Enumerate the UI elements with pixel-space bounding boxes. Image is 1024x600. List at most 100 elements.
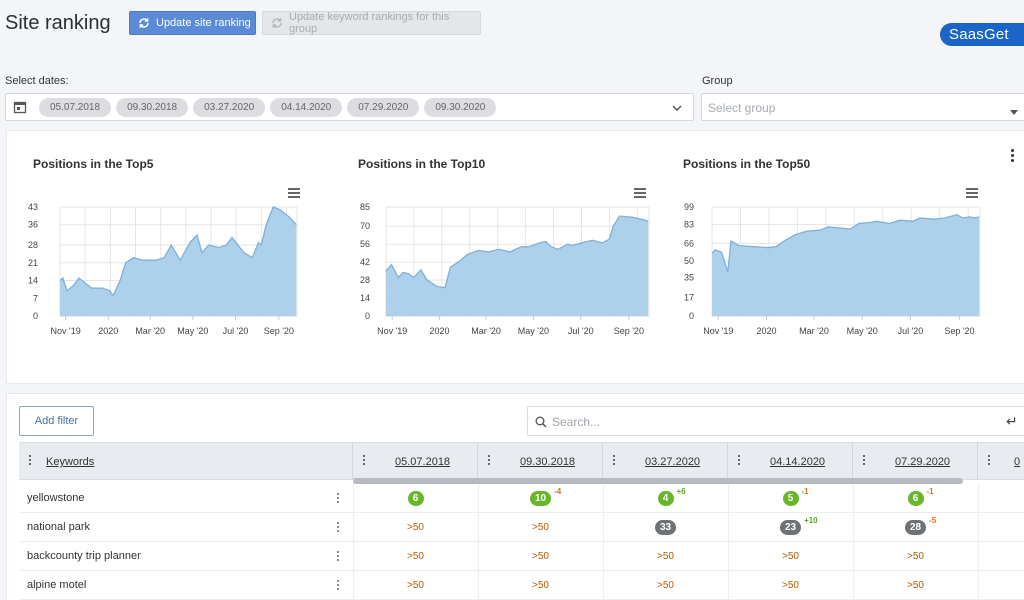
y-tick-label: 21 [28,258,38,268]
x-tick-label: May '20 [847,326,878,336]
group-select[interactable]: Select group [701,93,1024,121]
brand-logo: SaasGet [940,23,1024,46]
column-header-label: 0 [1014,456,1021,468]
x-tick-label: Sep '20 [264,326,294,336]
rank-change: -5 [929,516,937,525]
x-tick-label: May '20 [177,326,208,336]
column-header-date[interactable]: 05.07.2018 [353,443,478,479]
update-site-ranking-button[interactable]: Update site ranking [129,11,256,35]
rank-cell: >50 [728,571,853,600]
add-filter-button[interactable]: Add filter [19,406,94,436]
date-chip[interactable]: 05.07.2018 [39,97,112,117]
y-tick-label: 17 [684,292,694,302]
update-site-ranking-label: Update site ranking [156,17,251,29]
chart-plot: 0 14 28 42 56 70 85 Nov '19 2020 Mar '20 May '20 Ju… [360,202,650,336]
column-divider [978,542,979,571]
y-tick-label: 36 [28,220,38,230]
rank-cell: 10 -4 [478,484,603,513]
charts-panel: Positions in the Top5 0 7 14 21 28 36 43 Nov '1… [6,130,1024,384]
row-menu-icon[interactable] [337,551,340,563]
column-header-keywords[interactable]: Keywords [19,443,353,479]
column-header-label: 05.07.2018 [395,456,451,468]
rank-cell: >50 [603,571,728,600]
column-header-date[interactable]: 07.29.2020 [853,443,978,479]
y-tick-label: 85 [360,202,370,212]
column-header-label: 04.14.2020 [770,456,826,468]
y-tick-label: 0 [689,311,694,321]
refresh-icon [271,17,283,29]
date-chip[interactable]: 03.27.2020 [193,97,266,117]
column-menu-icon[interactable] [488,455,491,467]
enter-icon[interactable]: ↵ [1006,413,1018,430]
column-menu-icon[interactable] [613,455,616,467]
column-header-label: 09.30.2018 [520,456,576,468]
rank-cell: >50 [728,542,853,571]
x-tick-label: Jul '20 [568,326,594,336]
table-row[interactable]: yellowstone 6 10 -4 4 +6 5 -1 6 -1 [19,484,1024,513]
rank-value: >50 [407,580,424,591]
table-row[interactable]: national park >50 >50 33 23 +10 28 -5 [19,513,1024,542]
row-menu-icon[interactable] [337,580,340,592]
rank-value: >50 [907,551,924,562]
table-row[interactable]: alpine motel >50 >50 >50 >50 >50 [19,571,1024,600]
column-header-label: 07.29.2020 [895,456,951,468]
column-menu-icon[interactable] [29,455,32,467]
column-header-date[interactable]: 0 [978,443,1024,479]
x-tick-label: Jul '20 [223,326,249,336]
more-vertical-icon[interactable] [1010,149,1016,164]
rank-value: >50 [782,580,799,591]
column-divider [978,513,979,542]
rank-cell: >50 [853,571,978,600]
rank-cell: 4 +6 [603,484,728,513]
search-input[interactable] [552,413,992,431]
column-menu-icon[interactable] [363,455,366,467]
column-menu-icon[interactable] [738,455,741,467]
page-title: Site ranking [5,12,111,34]
group-placeholder: Select group [708,101,776,115]
rank-value: >50 [532,580,549,591]
column-menu-icon[interactable] [988,455,991,467]
table-row[interactable]: backcounty trip planner >50 >50 >50 >50 >50 [19,542,1024,571]
keyword-table-panel: Add filter ↵ Keywords 05.07.2018 09.30.2… [6,393,1024,600]
row-menu-icon[interactable] [337,493,340,505]
rank-cell: 6 -1 [853,484,978,513]
dates-select[interactable]: 05.07.2018 09.30.2018 03.27.2020 04.14.2… [5,93,694,121]
column-menu-icon[interactable] [863,455,866,467]
group-label: Group [702,75,733,87]
rank-cell: >50 [853,542,978,571]
y-tick-label: 28 [360,275,370,285]
column-divider [978,484,979,513]
y-tick-label: 14 [28,276,38,286]
row-menu-icon[interactable] [337,522,340,534]
date-chip[interactable]: 09.30.2020 [424,97,497,117]
y-tick-label: 50 [684,256,694,266]
rank-badge: 4 +6 [657,487,686,506]
search-box: ↵ [527,406,1024,436]
y-tick-label: 43 [28,202,38,212]
chevron-down-icon[interactable] [671,101,683,119]
rank-value: >50 [532,551,549,562]
rank-value: >50 [782,551,799,562]
caret-down-icon[interactable] [1010,103,1018,121]
column-header-date[interactable]: 09.30.2018 [478,443,603,479]
date-chip[interactable]: 09.30.2018 [116,97,189,117]
column-header-date[interactable]: 03.27.2020 [603,443,728,479]
date-chip[interactable]: 07.29.2020 [347,97,420,117]
update-keyword-rankings-button[interactable]: Update keyword rankings for this group [262,11,481,35]
update-keyword-rankings-label: Update keyword rankings for this group [289,11,450,35]
x-tick-label: May '20 [518,326,549,336]
rank-cell: >50 [478,571,603,600]
chart-plot: 0 17 35 50 66 83 99 Nov '19 2020 Mar '20 May '20 Ju… [684,202,981,336]
rank-badge: 23 +10 [779,516,818,535]
rank-cell: 5 -1 [728,484,853,513]
keyword-cell: alpine motel [27,579,87,591]
y-tick-label: 99 [684,202,694,212]
rank-value: >50 [657,551,674,562]
calendar-icon [13,100,27,114]
rank-badge: 5 -1 [782,487,809,506]
series-area [712,214,980,316]
column-header-date[interactable]: 04.14.2020 [728,443,853,479]
date-chip[interactable]: 04.14.2020 [270,97,343,117]
y-tick-label: 42 [360,257,370,267]
rank-change: +6 [676,487,686,496]
